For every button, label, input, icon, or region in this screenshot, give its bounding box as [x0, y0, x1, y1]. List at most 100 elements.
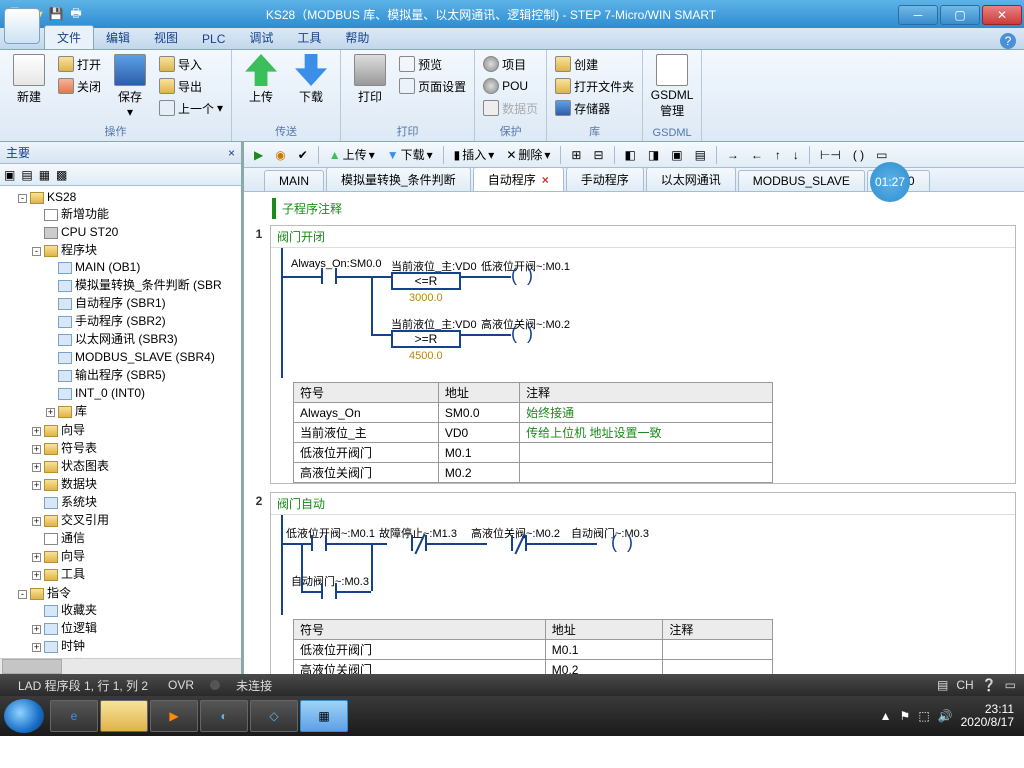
tree-item[interactable]: +向导 [32, 547, 241, 565]
tab-tools[interactable]: 工具 [285, 26, 333, 49]
taskbar-explorer[interactable] [100, 700, 148, 732]
taskbar-app1[interactable]: ◐ [200, 700, 248, 732]
tb-icon-5[interactable]: ▣ [667, 146, 686, 164]
tree-item[interactable]: MAIN (OB1) [46, 258, 241, 276]
coil-auto-valve[interactable] [611, 535, 633, 551]
tb-icon-9[interactable]: ↑ [771, 146, 785, 164]
tab-file[interactable]: 文件 [44, 25, 94, 49]
app-button[interactable] [4, 8, 40, 44]
tab-view[interactable]: 视图 [142, 26, 190, 49]
memory-button[interactable]: 存储器 [555, 98, 634, 118]
doc-tab[interactable]: 自动程序× [473, 168, 564, 191]
symbol-table-1[interactable]: 符号地址注释Always_OnSM0.0始终接通当前液位_主VD0传给上位机 地… [293, 382, 773, 483]
tab-debug[interactable]: 调试 [237, 26, 285, 49]
tb-delete[interactable]: ✕ 删除 ▾ [502, 144, 554, 165]
create-button[interactable]: 创建 [555, 54, 634, 74]
project-tree[interactable]: -KS28新增功能CPU ST20-程序块MAIN (OB1)模拟量转换_条件判… [0, 186, 241, 658]
tray-volume-icon[interactable]: 🔊 [938, 709, 953, 723]
start-button[interactable] [4, 699, 44, 733]
run-button[interactable]: ▶ [250, 146, 267, 164]
contact-auto-valve[interactable] [321, 583, 337, 599]
tb-icon-10[interactable]: ↓ [789, 146, 803, 164]
tree-root[interactable]: -KS28新增功能CPU ST20-程序块MAIN (OB1)模拟量转换_条件判… [18, 188, 241, 584]
coil-low-open[interactable] [511, 268, 533, 284]
tree-item[interactable]: +工具 [32, 565, 241, 583]
status-zoom-icon[interactable]: ▭ [1005, 678, 1016, 692]
tb-icon-8[interactable]: ← [747, 146, 767, 164]
tree-item[interactable]: CPU ST20 [32, 223, 241, 241]
project-button[interactable]: 项目 [483, 54, 538, 74]
qat-print-icon[interactable]: 🖶 [68, 6, 84, 22]
tree-item[interactable]: 新增功能 [32, 205, 241, 223]
tree-item[interactable]: 通信 [32, 529, 241, 547]
status-help-icon[interactable]: ❔ [982, 678, 997, 692]
pou-button[interactable]: POU [483, 76, 538, 96]
tree-item[interactable]: 手动程序 (SBR2) [46, 312, 241, 330]
check-button[interactable]: ✔ [294, 146, 312, 164]
tab-edit[interactable]: 编辑 [94, 26, 142, 49]
tree-item[interactable]: 以太网通讯 (SBR3) [46, 330, 241, 348]
tree-btn-1[interactable]: ▣ [4, 168, 15, 182]
tab-help[interactable]: 帮助 [333, 26, 381, 49]
maximize-button[interactable]: ▢ [940, 5, 980, 25]
tree-item[interactable]: +数据块 [32, 475, 241, 493]
previous-button[interactable]: 上一个 ▾ [159, 98, 223, 118]
contact-fault-stop[interactable] [411, 535, 427, 551]
tray-clock[interactable]: 23:112020/8/17 [961, 703, 1014, 729]
save-button[interactable]: 保存▾ [109, 54, 151, 119]
contact-high-close[interactable] [511, 535, 527, 551]
tb-icon-4[interactable]: ◨ [644, 146, 663, 164]
doc-tab[interactable]: MAIN [264, 170, 324, 191]
tree-item[interactable]: -程序块MAIN (OB1)模拟量转换_条件判断 (SBR自动程序 (SBR1)… [32, 241, 241, 421]
compare-box-1[interactable]: <=R [391, 272, 461, 290]
ladder-canvas[interactable]: 子程序注释 1 阀门开闭 Always_On:SM0.0 当前液位_主:VD0 … [244, 192, 1024, 674]
tb-icon-7[interactable]: → [723, 146, 743, 164]
contact-low-open[interactable] [311, 535, 327, 551]
coil-high-close[interactable] [511, 326, 533, 342]
contact-always-on[interactable] [321, 268, 337, 284]
download-button[interactable]: 下载 [290, 54, 332, 105]
doc-tab[interactable]: 手动程序 [566, 168, 644, 191]
tree-item[interactable]: +库 [46, 402, 241, 420]
tree-item[interactable]: MODBUS_SLAVE (SBR4) [46, 348, 241, 366]
symbol-table-2[interactable]: 符号地址注释低液位开阀门M0.1高液位关阀门M0.2故障停止M1.3 [293, 619, 773, 674]
import-button[interactable]: 导入 [159, 54, 223, 74]
tray-flag2-icon[interactable]: ⚑ [900, 709, 911, 723]
tb-insert[interactable]: ▮ 插入 ▾ [450, 144, 499, 165]
tree-item[interactable]: +符号表 [32, 439, 241, 457]
tb-download[interactable]: ▼下载 ▾ [383, 144, 437, 165]
close-button[interactable]: ✕ [982, 5, 1022, 25]
taskbar-media[interactable]: ▶ [150, 700, 198, 732]
tab-close-icon[interactable]: × [542, 173, 549, 187]
taskbar-ie[interactable]: e [50, 700, 98, 732]
doc-tab[interactable]: MODBUS_SLAVE [738, 170, 865, 191]
tree-item[interactable]: +交叉引用 [32, 511, 241, 529]
doc-tab[interactable]: 以太网通讯 [646, 168, 736, 191]
panel-close-icon[interactable]: × [228, 146, 235, 160]
page-setup-button[interactable]: 页面设置 [399, 76, 466, 96]
tb-icon-6[interactable]: ▤ [691, 146, 710, 164]
tray-network-icon[interactable]: ⬚ [918, 709, 929, 723]
status-icon-1[interactable]: ▤ [937, 678, 948, 692]
tb-coil-icon[interactable]: ( ) [849, 146, 868, 164]
doc-tab[interactable]: 模拟量转换_条件判断 [326, 168, 471, 191]
upload-button[interactable]: 上传 [240, 54, 282, 105]
tree-item[interactable]: 系统块 [32, 493, 241, 511]
status-lang[interactable]: CH [956, 678, 973, 692]
tree-btn-3[interactable]: ▦ [39, 168, 50, 182]
tree-item[interactable]: +向导 [32, 421, 241, 439]
tree-item[interactable]: +状态图表 [32, 457, 241, 475]
preview-button[interactable]: 预览 [399, 54, 466, 74]
tb-box-icon[interactable]: ▭ [872, 146, 891, 164]
tray-flag-icon[interactable]: ▲ [880, 709, 892, 723]
tree-item[interactable]: +时钟 [32, 637, 241, 655]
qat-save-icon[interactable]: 💾 [48, 6, 64, 22]
tb-upload[interactable]: ▲上传 ▾ [325, 144, 379, 165]
tb-icon-1[interactable]: ⊞ [567, 146, 585, 164]
tree-btn-2[interactable]: ▤ [21, 168, 32, 182]
tb-icon-2[interactable]: ⊟ [589, 146, 607, 164]
stop-button[interactable]: ◉ [271, 146, 289, 164]
tree-item[interactable]: 输出程序 (SBR5) [46, 366, 241, 384]
tree-hscroll[interactable] [0, 658, 241, 674]
minimize-button[interactable]: － [898, 5, 938, 25]
